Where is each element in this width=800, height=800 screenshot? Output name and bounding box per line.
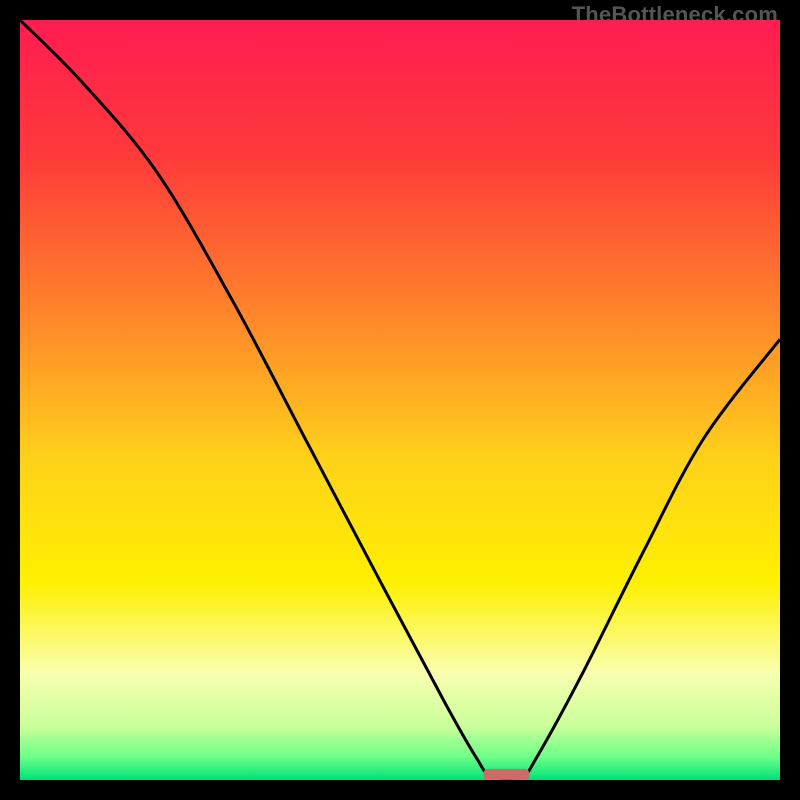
bottleneck-chart (20, 20, 780, 780)
chart-frame: TheBottleneck.com (0, 0, 800, 800)
optimal-marker (484, 769, 530, 780)
gradient-background (20, 20, 780, 780)
